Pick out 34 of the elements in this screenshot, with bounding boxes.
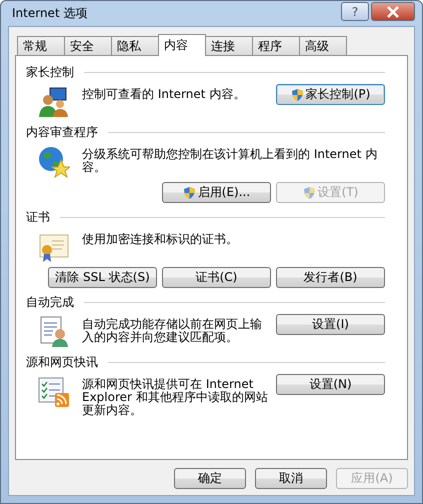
close-icon: [386, 6, 400, 18]
section-description: 使用加密连接和标识的证书。: [82, 231, 239, 248]
document-person-icon: [38, 316, 70, 348]
tab[interactable]: 常规: [17, 36, 65, 55]
users-monitor-icon: [38, 86, 70, 118]
section-description: 分级系统可帮助您控制在该计算机上看到的 Internet 内容。: [82, 146, 378, 174]
close-button[interactable]: [371, 2, 415, 21]
section-title: 自动完成: [26, 294, 74, 311]
dialog-button[interactable]: 确定: [174, 468, 246, 489]
section-button[interactable]: 家长控制(P): [276, 84, 385, 105]
section-button[interactable]: 证书(C): [162, 267, 271, 288]
tab[interactable]: 连接: [205, 36, 253, 55]
help-button[interactable]: ?: [341, 2, 369, 21]
window-title: Internet 选项: [11, 5, 88, 22]
dialog-button[interactable]: 取消: [255, 468, 327, 489]
section-title: 内容审查程序: [26, 124, 98, 141]
tab[interactable]: 程序: [252, 36, 300, 55]
section-button[interactable]: 设置(N): [276, 374, 385, 395]
section-description: 控制可查看的 Internet 内容。: [82, 86, 246, 103]
tab[interactable]: 隐私: [111, 36, 159, 55]
section-description: 自动完成功能存储以前在网页上输入的内容并向您建议匹配项。: [82, 316, 263, 344]
tab[interactable]: 内容: [158, 34, 206, 56]
globe-star-icon: [38, 146, 70, 178]
section-button[interactable]: 启用(E)...: [162, 182, 271, 203]
section-button[interactable]: 发行者(B): [276, 267, 385, 288]
section-description: 源和网页快讯提供可在 Internet Explorer 和其他程序中读取的网站更新内容。: [82, 376, 269, 417]
section-title: 证书: [26, 209, 50, 226]
tab[interactable]: 安全: [64, 36, 112, 55]
section-button[interactable]: 设置(I): [276, 314, 385, 335]
section-button[interactable]: 清除 SSL 状态(S): [48, 267, 157, 288]
section-title: 源和网页快讯: [26, 354, 98, 371]
checklist-feed-icon: [38, 376, 70, 408]
tab[interactable]: 高级: [299, 36, 347, 55]
section-title: 家长控制: [26, 64, 74, 81]
